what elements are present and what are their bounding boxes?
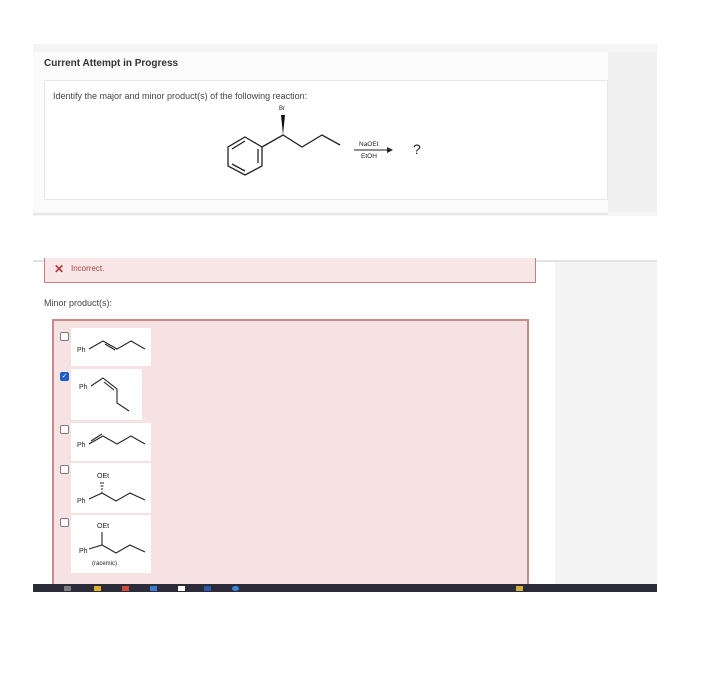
word-icon[interactable] — [204, 586, 211, 591]
taskbar-app-icon[interactable] — [64, 586, 71, 591]
choice-2-group: Ph — [79, 384, 88, 391]
arrow-head-icon — [387, 147, 393, 153]
wedge-bond — [281, 115, 285, 135]
choice-4-checkbox[interactable] — [60, 465, 69, 474]
store-icon[interactable] — [150, 586, 157, 591]
section-divider — [33, 213, 608, 215]
reagent-top: NaOEt — [359, 141, 379, 148]
app-icon[interactable] — [178, 586, 185, 591]
choice-3-group: Ph — [77, 442, 86, 449]
choice-1-group: Ph — [77, 347, 86, 354]
minor-products-label: Minor product(s): — [44, 298, 113, 308]
right-sidebar-strip — [608, 52, 657, 212]
choice-2-checkbox[interactable]: ✓ — [60, 372, 69, 381]
edge-icon[interactable] — [232, 586, 239, 591]
choice-5-group: Ph — [79, 548, 88, 555]
choice-5-checkbox[interactable] — [60, 518, 69, 527]
hashed-wedge-icon — [100, 482, 104, 493]
benzene-ring — [227, 136, 263, 176]
browser-icon[interactable] — [122, 586, 129, 591]
choice-1-checkbox[interactable] — [60, 332, 69, 341]
folder-icon[interactable] — [94, 586, 101, 591]
choice-3-structure[interactable]: Ph — [71, 423, 151, 461]
choice-2-structure[interactable]: Ph — [71, 369, 142, 420]
choice-1-structure[interactable]: Ph — [71, 328, 151, 366]
reaction-scheme: Br NaOEt EtOH ? — [227, 106, 421, 176]
attempt-title: Current Attempt in Progress — [44, 58, 179, 69]
product-placeholder: ? — [413, 141, 421, 157]
choice-4-group: Ph — [77, 498, 86, 505]
reactant-substituent: Br — [279, 106, 285, 112]
choice-4-substituent: OEt — [97, 473, 109, 480]
x-icon: ✕ — [54, 262, 65, 276]
choice-5-substituent: OEt — [97, 523, 109, 530]
notification-icon[interactable] — [516, 586, 523, 591]
choice-3-checkbox[interactable] — [60, 425, 69, 434]
answer-section-sidebar — [555, 262, 657, 584]
choice-5-note: (racemic) — [92, 561, 117, 567]
feedback-banner — [44, 258, 536, 283]
choice-5-structure[interactable]: OEt Ph (racemic) — [71, 515, 151, 573]
reagent-bottom: EtOH — [361, 153, 377, 160]
feedback-text: Incorrect. — [71, 264, 105, 273]
choice-4-structure[interactable]: OEt Ph — [71, 463, 151, 513]
alkyl-chain — [261, 134, 341, 148]
